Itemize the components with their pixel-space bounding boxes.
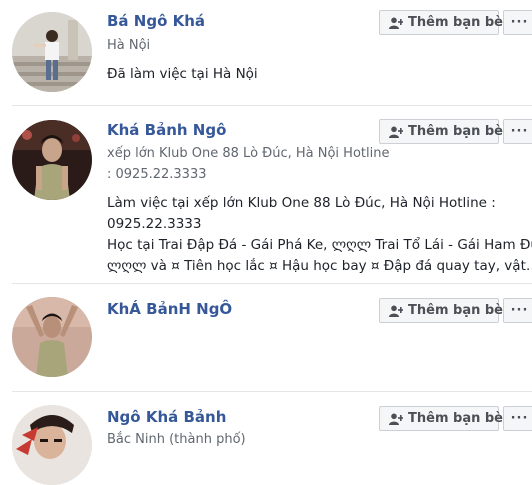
description-line: Đã làm việc tại Hà Nội [107,66,258,82]
add-friend-label: Thêm bạn bè [408,411,503,426]
add-friend-icon [389,126,403,138]
result-name[interactable]: Ngô Khá Bảnh [107,408,226,426]
add-friend-icon [389,413,403,425]
divider [12,105,532,106]
divider [12,283,532,284]
add-friend-button[interactable]: Thêm bạn bè [379,10,503,35]
add-friend-button[interactable]: Thêm bạn bè [379,119,503,144]
profile-photo-2 [12,120,92,200]
result-name[interactable]: Khá Bảnh Ngô [107,121,226,139]
add-friend-label: Thêm bạn bè [408,15,503,30]
avatar[interactable] [12,120,92,200]
subtitle-line: : 0925.22.3333 [107,167,207,182]
more-options-icon: ··· [510,303,529,318]
more-options-icon: ··· [510,15,529,30]
add-friend-icon [389,305,403,317]
divider [12,391,532,392]
result-description: Làm việc tại xếp lớn Klub One 88 Lò Đúc,… [107,193,532,277]
add-friend-icon [389,17,403,29]
description-line: 0925.22.3333 [107,216,202,232]
subtitle-line: Hà Nội [107,38,151,53]
avatar[interactable] [12,405,92,485]
more-options-button[interactable]: ··· [503,119,532,144]
avatar[interactable] [12,297,92,377]
more-options-button[interactable]: ··· [503,10,532,35]
result-location: xếp lớn Klub One 88 Lò Đúc, Hà Nội Hotli… [107,143,389,185]
more-options-icon: ··· [510,124,529,139]
description-line: Học tại Trai Đập Đá - Gái Phá Ke, ლღლ Tr… [107,237,532,253]
profile-photo-1 [12,12,92,92]
result-name[interactable]: KhÁ BảnH NgÔ [107,300,232,318]
profile-photo-4 [12,405,92,485]
add-friend-button[interactable]: Thêm bạn bè [379,298,503,323]
avatar[interactable] [12,12,92,92]
more-options-icon: ··· [510,411,529,426]
add-friend-label: Thêm bạn bè [408,124,503,139]
subtitle-line: xếp lớn Klub One 88 Lò Đúc, Hà Nội Hotli… [107,146,390,161]
result-location: Bắc Ninh (thành phố) [107,429,246,450]
description-line: ლღლ và ¤ Tiên học lắc ¤ Hậu học bay ¤ Đậ… [107,258,532,274]
result-name[interactable]: Bá Ngô Khá [107,12,205,30]
add-friend-button[interactable]: Thêm bạn bè [379,406,503,431]
profile-photo-3 [12,297,92,377]
add-friend-label: Thêm bạn bè [408,303,503,318]
result-description: Đã làm việc tại Hà Nội [107,64,258,85]
more-options-button[interactable]: ··· [503,298,532,323]
more-options-button[interactable]: ··· [503,406,532,431]
description-line: Làm việc tại xếp lớn Klub One 88 Lò Đúc,… [107,195,496,211]
result-location: Hà Nội [107,35,150,56]
subtitle-line: Bắc Ninh (thành phố) [107,432,246,447]
